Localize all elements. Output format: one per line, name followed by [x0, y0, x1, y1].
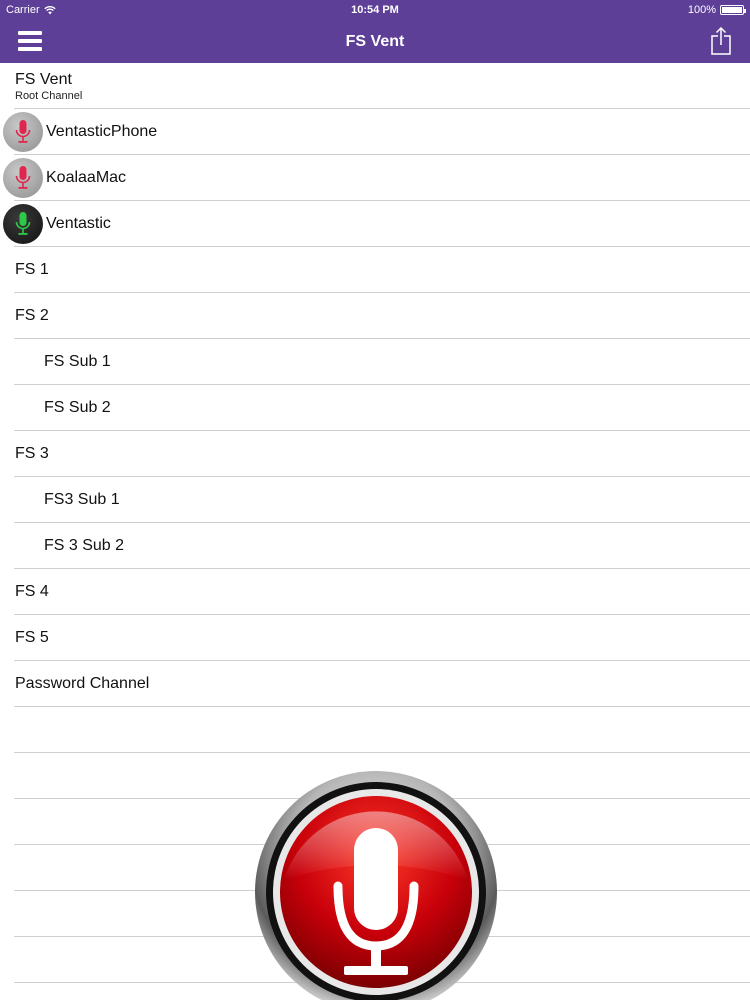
channel-name: FS 3 Sub 2: [44, 537, 125, 554]
channel-row[interactable]: FS 4: [0, 569, 750, 615]
subchannel-row[interactable]: FS Sub 2: [0, 385, 750, 431]
channel-row[interactable]: Password Channel: [0, 661, 750, 707]
channel-name: FS 4: [15, 583, 49, 600]
user-name: Ventastic: [46, 215, 111, 232]
user-name: VentasticPhone: [46, 123, 158, 140]
subchannel-row[interactable]: FS 3 Sub 2: [0, 523, 750, 569]
navigation-bar: FS Vent: [0, 22, 750, 63]
subchannel-row[interactable]: FS3 Sub 1: [0, 477, 750, 523]
user-row-koalaamac[interactable]: KoalaaMac: [0, 155, 750, 201]
clock: 10:54 PM: [351, 4, 399, 16]
battery-indicator: 100%: [687, 4, 746, 16]
channel-name: FS Sub 1: [44, 353, 111, 370]
status-bar: Carrier 10:54 PM 100%: [0, 0, 750, 22]
empty-row: [0, 707, 750, 753]
channel-name: FS 3: [15, 445, 49, 462]
channel-name: FS 1: [15, 261, 49, 278]
channel-name: Password Channel: [15, 675, 150, 692]
user-row-ventasticphone[interactable]: VentasticPhone: [0, 109, 750, 155]
user-row-ventastic[interactable]: Ventastic: [0, 201, 750, 247]
user-mic-avatar: [3, 204, 43, 244]
microphone-icon: [15, 212, 31, 235]
user-mic-avatar: [3, 158, 43, 198]
channel-row[interactable]: FS 2: [0, 293, 750, 339]
channel-name: FS Sub 2: [44, 399, 111, 416]
root-channel-name: FS Vent: [15, 70, 72, 88]
user-name: KoalaaMac: [46, 169, 127, 186]
root-channel-row[interactable]: FS Vent Root Channel: [0, 63, 750, 109]
microphone-icon: [15, 120, 31, 143]
channel-name: FS 2: [15, 307, 49, 324]
battery-percent: 100%: [687, 4, 716, 16]
root-channel-subtitle: Root Channel: [15, 89, 83, 102]
subchannel-row[interactable]: FS Sub 1: [0, 339, 750, 385]
battery-icon: [720, 5, 746, 15]
channel-name: FS3 Sub 1: [44, 491, 120, 508]
push-to-talk-button[interactable]: [254, 770, 498, 1000]
share-icon[interactable]: [710, 27, 732, 55]
microphone-icon: [15, 166, 31, 189]
user-mic-avatar: [3, 112, 43, 152]
channel-row[interactable]: FS 1: [0, 247, 750, 293]
channel-row[interactable]: FS 3: [0, 431, 750, 477]
channel-row[interactable]: FS 5: [0, 615, 750, 661]
channel-name: FS 5: [15, 629, 49, 646]
page-title: FS Vent: [345, 33, 405, 50]
